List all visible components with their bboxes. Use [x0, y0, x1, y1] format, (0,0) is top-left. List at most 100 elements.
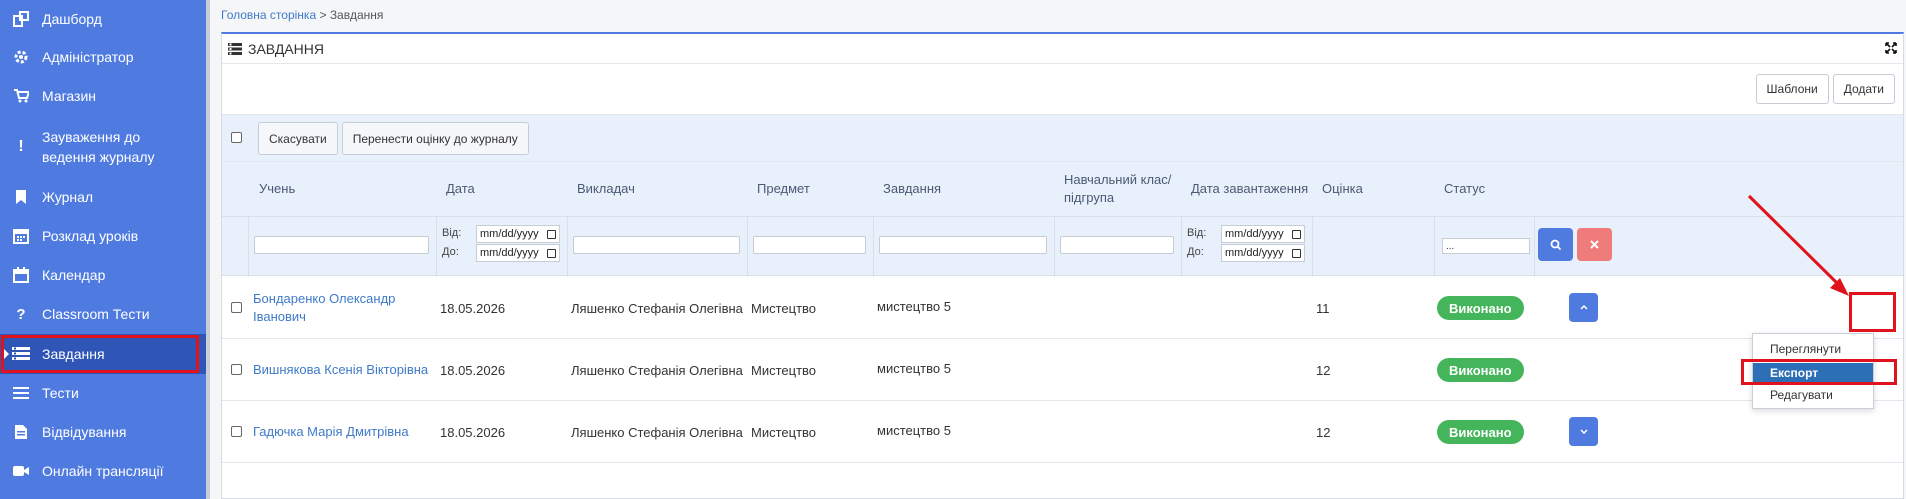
column-header-teacher[interactable]: Викладач [577, 162, 635, 216]
student-link[interactable]: Бондаренко Олександр Іванович [253, 277, 395, 339]
task-cell: мистецтво 5 [877, 423, 951, 438]
sidebar-item-label: Онлайн трансляції [42, 463, 164, 479]
filter-row: Від: До: mm/dd/yyyy mm/dd/yyyy Від: До: … [222, 216, 1903, 277]
column-header-subject[interactable]: Предмет [757, 162, 810, 216]
status-filter-value: ... [1446, 240, 1455, 252]
upload-from-input[interactable]: mm/dd/yyyy [1221, 225, 1305, 243]
student-filter-input[interactable] [254, 236, 429, 254]
teacher-cell: Ляшенко Стефанія Олегівна [571, 424, 743, 440]
date-from-input[interactable]: mm/dd/yyyy [476, 225, 560, 243]
grade-cell: 12 [1316, 424, 1331, 440]
tasks-icon [12, 345, 30, 363]
task-filter-input[interactable] [879, 236, 1047, 254]
sidebar-item-shop[interactable]: Магазин [0, 85, 206, 107]
search-icon [1550, 239, 1561, 250]
sidebar-item-label: Зауваження до ведення журналу [42, 129, 155, 165]
select-all-checkbox[interactable] [231, 132, 242, 143]
column-header-grade[interactable]: Оцінка [1322, 162, 1363, 216]
sidebar-item-calendar[interactable]: Календар [0, 264, 206, 286]
breadcrumb-current: Завдання [329, 8, 384, 22]
row-checkbox[interactable] [231, 426, 242, 437]
cancel-button[interactable]: Скасувати [258, 122, 338, 155]
row-checkbox[interactable] [231, 364, 242, 375]
sidebar-item-tests[interactable]: Тести [0, 382, 206, 404]
active-indicator [4, 349, 9, 359]
move-grade-button[interactable]: Перенести оцінку до журналу [341, 122, 529, 155]
sidebar-item-label: Розклад уроків [42, 228, 139, 244]
teacher-cell: Ляшенко Стефанія Олегівна [571, 362, 743, 378]
gear-icon [12, 48, 30, 66]
subject-cell: Мистецтво [751, 424, 817, 440]
cart-icon [12, 87, 30, 105]
sidebar: Дашборд Адміністратор Магазин ! Зауважен… [0, 0, 206, 499]
calendar-icon[interactable] [1292, 229, 1301, 239]
calendar-grid-icon [12, 227, 30, 245]
row-checkbox[interactable] [231, 302, 242, 313]
column-header-status[interactable]: Статус [1444, 162, 1485, 216]
reset-button[interactable] [1577, 228, 1612, 261]
table-row: Вишнякова Ксенія Вікторівна 18.05.2026 Л… [222, 339, 1903, 401]
subject-cell: Мистецтво [751, 300, 817, 316]
menu-item-export[interactable]: Експорт [1753, 363, 1873, 383]
row-actions-button[interactable] [1569, 417, 1598, 446]
sidebar-item-dashboard[interactable]: Дашборд [0, 8, 206, 30]
row-actions-button[interactable] [1569, 293, 1598, 322]
breadcrumb-separator: > [316, 8, 330, 22]
filter-cell-student [248, 217, 436, 277]
sidebar-item-journal[interactable]: Журнал [0, 186, 206, 208]
grade-cell: 12 [1316, 362, 1331, 378]
table-row: Бондаренко Олександр Іванович 18.05.2026… [222, 277, 1903, 339]
date-from-label: Від: [442, 227, 462, 239]
calendar-icon[interactable] [547, 229, 556, 239]
sidebar-item-admin[interactable]: Адміністратор [0, 46, 206, 68]
column-header-task[interactable]: Завдання [883, 162, 941, 216]
student-link[interactable]: Гадючка Марія Дмитрівна [253, 401, 409, 463]
exclamation-icon: ! [18, 138, 24, 155]
templates-button[interactable]: Шаблони [1755, 74, 1829, 104]
column-header-student[interactable]: Учень [259, 162, 295, 216]
panel-header: ЗАВДАННЯ [222, 34, 1903, 64]
search-button[interactable] [1538, 228, 1573, 261]
date-to-input[interactable]: mm/dd/yyyy [476, 244, 560, 262]
menu-item-edit[interactable]: Редагувати [1753, 385, 1873, 405]
video-icon [12, 462, 30, 480]
panel-title: ЗАВДАННЯ [248, 40, 324, 57]
status-badge: Виконано [1437, 420, 1524, 444]
calendar-icon[interactable] [1292, 248, 1301, 258]
student-link[interactable]: Вишнякова Ксенія Вікторівна [253, 339, 428, 401]
main-content: Головна сторінка > Завдання ЗАВДАННЯ Шаб… [210, 0, 1906, 499]
add-button[interactable]: Додати [1832, 74, 1895, 104]
chevron-up-icon [1579, 305, 1588, 310]
filter-cell-subject [747, 217, 873, 277]
sidebar-item-schedule[interactable]: Розклад уроків [0, 225, 206, 247]
expand-icon[interactable] [1885, 42, 1897, 54]
date-cell: 18.05.2026 [440, 424, 506, 440]
close-icon [1590, 240, 1599, 249]
filter-cell-upload-date: Від: До: mm/dd/yyyy mm/dd/yyyy [1181, 217, 1312, 277]
sidebar-item-classroom-tests[interactable]: ? Classroom Тести [0, 303, 206, 325]
date-to-label: До: [442, 246, 459, 258]
column-header-date[interactable]: Дата [446, 162, 475, 216]
status-filter-select[interactable]: ... [1442, 238, 1530, 254]
class-filter-input[interactable] [1060, 236, 1174, 254]
chevron-down-icon [1579, 429, 1588, 434]
status-badge: Виконано [1437, 358, 1524, 382]
breadcrumb-home[interactable]: Головна сторінка [221, 8, 316, 22]
upload-to-input[interactable]: mm/dd/yyyy [1221, 244, 1305, 262]
sidebar-item-attendance[interactable]: Відвідування [0, 421, 206, 443]
menu-item-view[interactable]: Переглянути [1753, 339, 1873, 359]
column-header-class[interactable]: Навчальний клас/ підгрупа [1064, 162, 1171, 216]
subject-cell: Мистецтво [751, 362, 817, 378]
grade-cell: 11 [1316, 300, 1330, 316]
sidebar-item-remarks[interactable]: ! Зауваження до ведення журналу [0, 126, 206, 168]
sidebar-item-label: Дашборд [42, 11, 102, 27]
sidebar-item-streams[interactable]: Онлайн трансляції [0, 460, 206, 482]
column-header-upload-date[interactable]: Дата завантаження [1191, 162, 1308, 216]
teacher-filter-input[interactable] [573, 236, 740, 254]
calendar-icon[interactable] [547, 248, 556, 258]
task-cell: мистецтво 5 [877, 361, 951, 376]
sidebar-item-label: Завдання [42, 346, 105, 362]
subject-filter-input[interactable] [753, 236, 866, 254]
sidebar-item-tasks[interactable]: Завдання [0, 334, 206, 374]
tasks-panel: ЗАВДАННЯ Шаблони Додати Скасувати Перене… [221, 32, 1904, 499]
